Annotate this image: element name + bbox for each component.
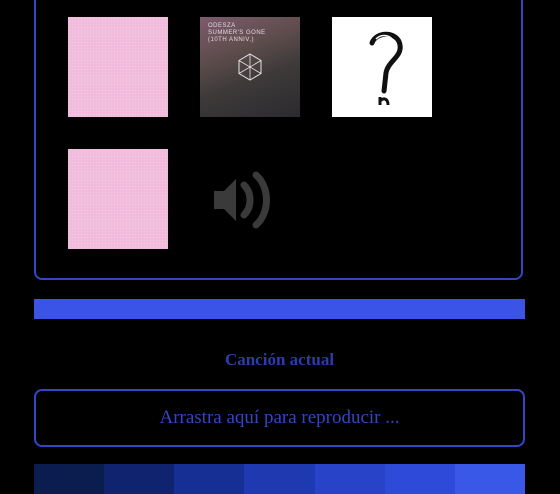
question-mark-icon: [369, 31, 403, 106]
color-swatch-3[interactable]: [174, 464, 245, 494]
pink-album-cover-1[interactable]: [68, 17, 168, 117]
album-gallery: ODESZA SUMMER'S GONE (10TH ANNIV.): [34, 0, 523, 280]
odesza-album-cover[interactable]: ODESZA SUMMER'S GONE (10TH ANNIV.): [200, 17, 300, 117]
drop-zone-hint: Arrastra aquí para reproducir ...: [159, 407, 400, 428]
color-swatches: [34, 464, 525, 494]
color-swatch-4[interactable]: [244, 464, 315, 494]
color-swatch-7[interactable]: [454, 464, 525, 494]
now-playing-label: Canción actual: [224, 350, 335, 369]
volume-icon: [214, 171, 270, 229]
color-swatch-1[interactable]: [34, 464, 105, 494]
color-swatch-6[interactable]: [384, 464, 455, 494]
pink-album-cover-2[interactable]: [68, 149, 168, 249]
speaker-volume-icon[interactable]: [200, 149, 300, 249]
color-swatch-2[interactable]: [104, 464, 175, 494]
drop-zone[interactable]: Arrastra aquí para reproducir ...: [34, 389, 525, 447]
color-swatch-5[interactable]: [314, 464, 385, 494]
xxxtentacion-question-mark-cover[interactable]: [332, 17, 432, 117]
playback-progress-bar[interactable]: [34, 299, 525, 319]
odesza-logo-icon: [238, 53, 262, 81]
